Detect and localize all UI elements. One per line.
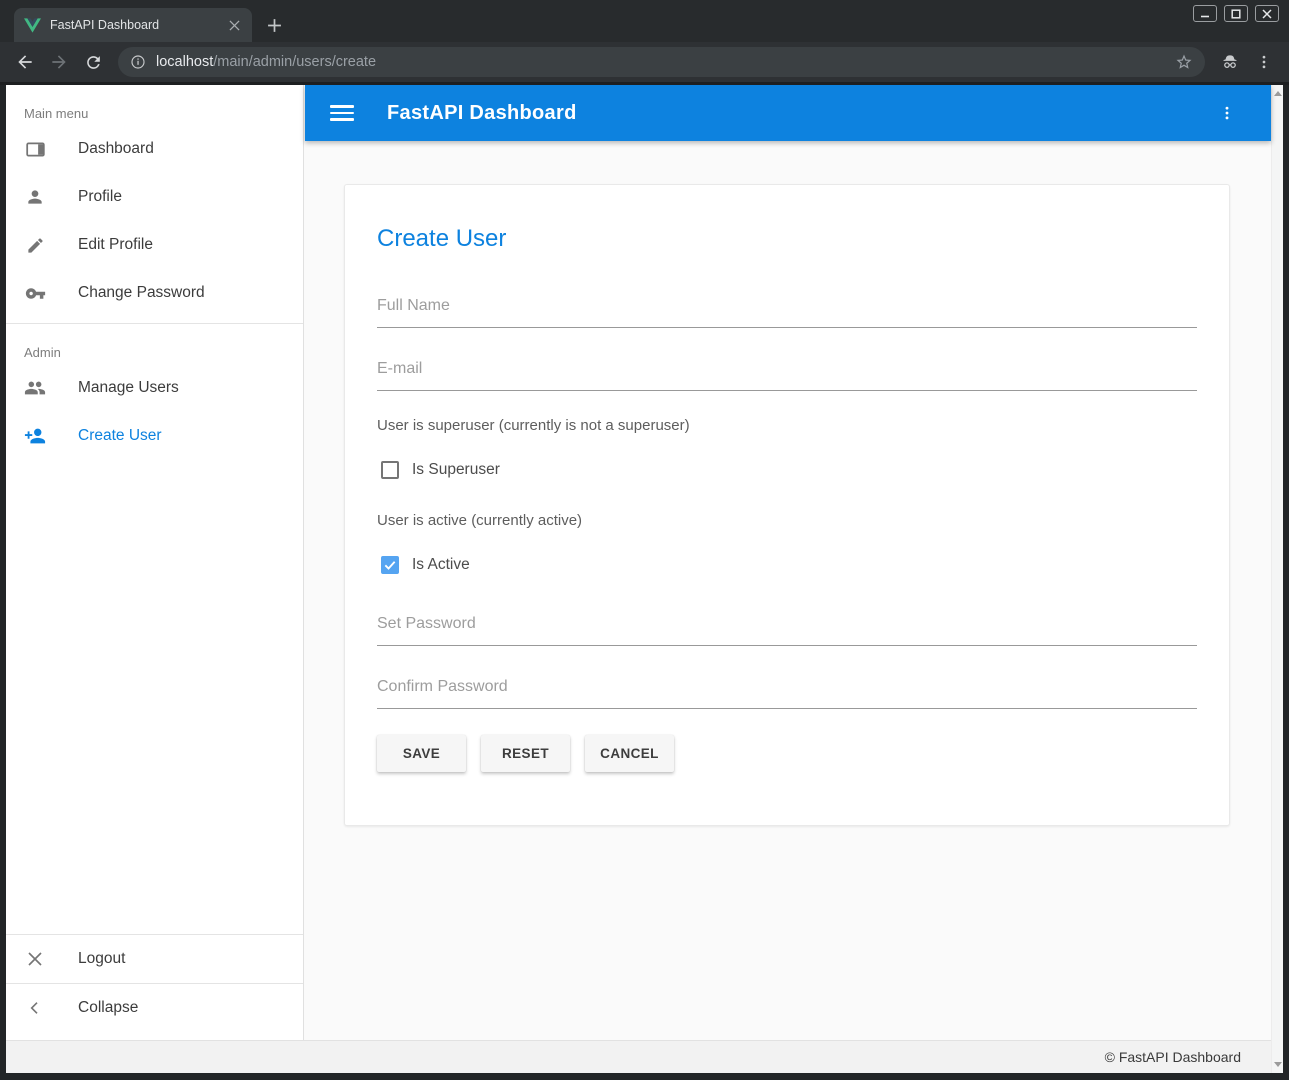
site-info-icon[interactable] xyxy=(130,54,146,70)
sidebar-item-profile[interactable]: Profile xyxy=(6,173,303,221)
page: Main menu Dashboard Profile xyxy=(6,85,1283,1073)
sidebar: Main menu Dashboard Profile xyxy=(6,85,304,1040)
is-active-checkbox-row[interactable]: Is Active xyxy=(377,553,1197,577)
browser-window: FastAPI Dashboard xyxy=(0,0,1289,1080)
sidebar-item-label: Profile xyxy=(78,188,122,206)
app-menu-kebab-icon[interactable] xyxy=(1215,101,1239,125)
copyright-text: © FastAPI Dashboard xyxy=(1105,1049,1241,1065)
create-user-card: Create User User is superuser (currently… xyxy=(344,184,1230,826)
window-minimize-icon[interactable] xyxy=(1193,5,1217,22)
sidebar-divider xyxy=(6,323,303,324)
tab-close-icon[interactable] xyxy=(226,17,242,33)
save-button[interactable]: SAVE xyxy=(377,735,466,772)
sidebar-item-label: Dashboard xyxy=(78,140,154,158)
bookmark-star-icon[interactable] xyxy=(1175,53,1193,71)
sidebar-item-manage-users[interactable]: Manage Users xyxy=(6,364,303,412)
scrollbar-up-arrow-icon[interactable] xyxy=(1274,91,1282,96)
browser-tab[interactable]: FastAPI Dashboard xyxy=(14,8,252,42)
browser-menu-kebab-icon[interactable] xyxy=(1251,49,1277,75)
browser-toolbar: localhost/main/admin/users/create xyxy=(0,42,1289,82)
confirm-password-field-wrap xyxy=(377,674,1197,709)
forward-icon[interactable] xyxy=(46,49,72,75)
is-superuser-checkbox-row[interactable]: Is Superuser xyxy=(377,458,1197,482)
set-password-field-wrap xyxy=(377,611,1197,646)
page-title: Create User xyxy=(377,225,1197,253)
sidebar-section-admin: Admin xyxy=(24,345,303,360)
reset-button[interactable]: RESET xyxy=(481,735,570,772)
sidebar-item-label: Logout xyxy=(78,950,125,968)
hamburger-menu-icon[interactable] xyxy=(330,101,354,125)
person-icon xyxy=(24,186,46,208)
is-superuser-checkbox[interactable] xyxy=(381,461,399,479)
checkbox-label: Is Active xyxy=(412,556,470,574)
reload-icon[interactable] xyxy=(80,49,106,75)
chevron-left-icon xyxy=(24,997,46,1019)
close-x-icon xyxy=(24,948,46,970)
superuser-hint: User is superuser (currently is not a su… xyxy=(377,417,1197,434)
sidebar-item-edit-profile[interactable]: Edit Profile xyxy=(6,221,303,269)
page-scrollbar[interactable] xyxy=(1271,85,1283,1073)
sidebar-item-label: Manage Users xyxy=(78,379,179,397)
scrollbar-down-arrow-icon[interactable] xyxy=(1274,1062,1282,1067)
sidebar-section-main-menu: Main menu xyxy=(24,106,303,121)
email-input[interactable] xyxy=(377,356,1197,391)
sidebar-item-dashboard[interactable]: Dashboard xyxy=(6,125,303,173)
sidebar-item-logout[interactable]: Logout xyxy=(6,935,303,983)
new-tab-icon[interactable] xyxy=(262,13,286,37)
incognito-icon xyxy=(1217,49,1243,75)
dashboard-icon xyxy=(24,138,46,160)
sidebar-item-label: Collapse xyxy=(78,999,138,1017)
checkbox-label: Is Superuser xyxy=(412,461,500,479)
sidebar-item-create-user[interactable]: Create User xyxy=(6,412,303,460)
sidebar-item-label: Create User xyxy=(78,427,162,445)
sidebar-item-collapse[interactable]: Collapse xyxy=(6,984,303,1032)
url-bar[interactable]: localhost/main/admin/users/create xyxy=(118,47,1205,77)
email-field-wrap xyxy=(377,356,1197,391)
sidebar-item-label: Change Password xyxy=(78,284,205,302)
browser-titlebar: FastAPI Dashboard xyxy=(0,0,1289,42)
pencil-icon xyxy=(24,234,46,256)
page-footer: © FastAPI Dashboard xyxy=(6,1040,1271,1073)
is-active-checkbox[interactable] xyxy=(381,556,399,574)
url-text: localhost/main/admin/users/create xyxy=(156,54,1165,70)
back-icon[interactable] xyxy=(12,49,38,75)
app-header: FastAPI Dashboard xyxy=(305,85,1271,141)
person-add-icon xyxy=(24,425,46,447)
sidebar-item-change-password[interactable]: Change Password xyxy=(6,269,303,317)
vue-logo-icon xyxy=(24,18,41,33)
full-name-input[interactable] xyxy=(377,293,1197,328)
tab-title: FastAPI Dashboard xyxy=(50,18,217,32)
set-password-input[interactable] xyxy=(377,611,1197,646)
window-close-icon[interactable] xyxy=(1255,5,1279,22)
sidebar-item-label: Edit Profile xyxy=(78,236,153,254)
window-maximize-icon[interactable] xyxy=(1224,5,1248,22)
full-name-field-wrap xyxy=(377,293,1197,328)
active-hint: User is active (currently active) xyxy=(377,512,1197,529)
people-icon xyxy=(24,377,46,399)
app-title: FastAPI Dashboard xyxy=(387,102,577,125)
cancel-button[interactable]: CANCEL xyxy=(585,735,674,772)
key-icon xyxy=(24,282,46,304)
confirm-password-input[interactable] xyxy=(377,674,1197,709)
